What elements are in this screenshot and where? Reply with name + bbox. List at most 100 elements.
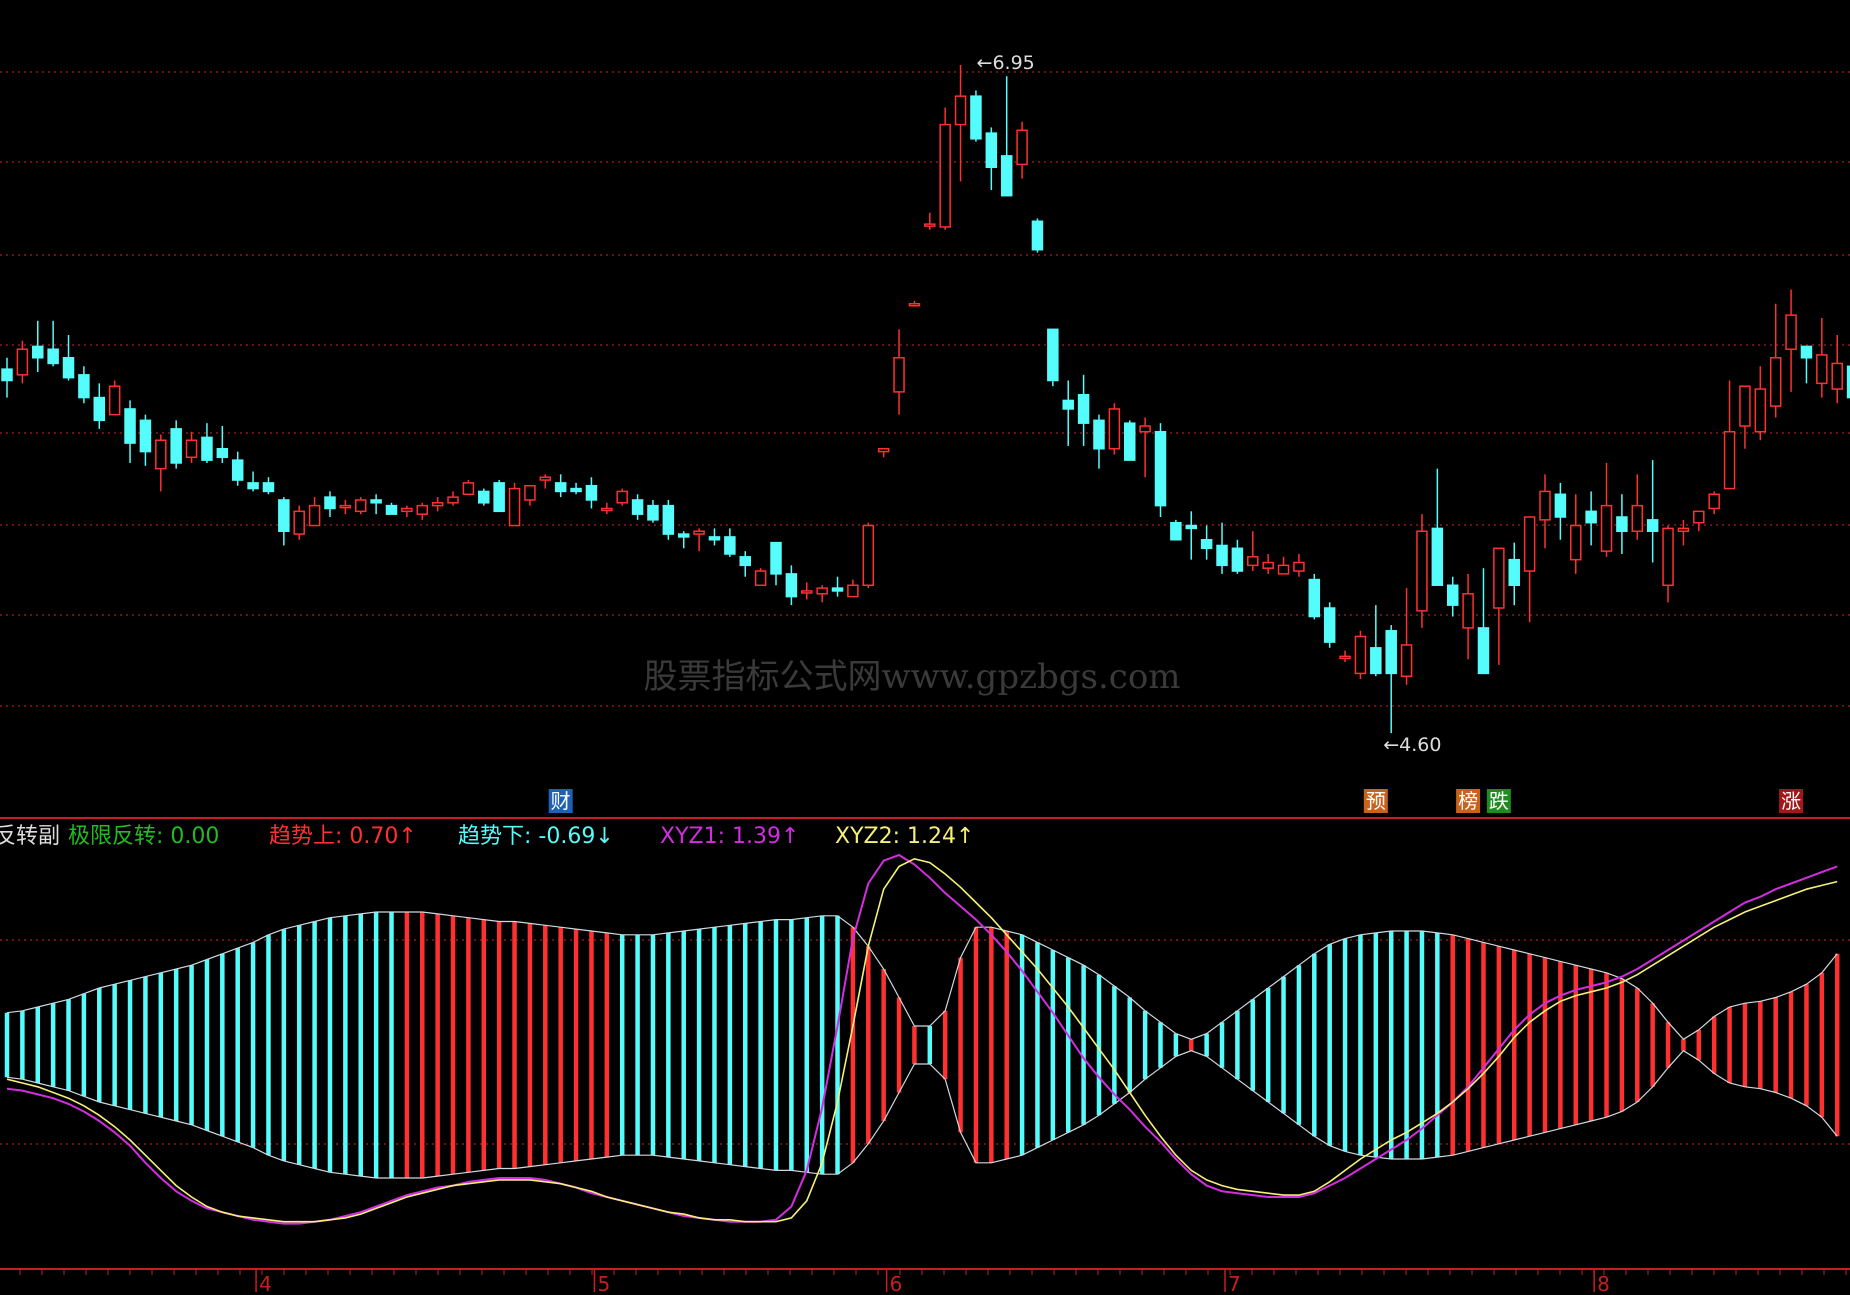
- candle: [185, 431, 198, 463]
- candle: [478, 488, 490, 506]
- candle: [939, 107, 951, 230]
- candle: [155, 434, 167, 492]
- legend-item: 趋势下: -0.69↓: [458, 824, 614, 849]
- event-marker-label: 榜: [1458, 789, 1478, 813]
- candle: [1739, 385, 1751, 449]
- candle: [493, 480, 505, 513]
- candle: [1831, 335, 1843, 404]
- candle: [1816, 317, 1828, 398]
- candle: [1, 357, 13, 398]
- candle: [1123, 420, 1136, 461]
- x-tick-label: 8: [1597, 1272, 1610, 1295]
- candle: [370, 494, 382, 515]
- trend-bars: [4, 912, 1840, 1178]
- legend-item: 极限反转: 0.00: [68, 824, 219, 849]
- legend-item: XYZ1: 1.39↑: [660, 824, 799, 849]
- low-price-label: ←4.60: [1383, 734, 1441, 756]
- xyz1-line: [6, 853, 1838, 1225]
- candle: [1062, 380, 1074, 446]
- candle: [601, 502, 613, 515]
- candle: [324, 491, 336, 518]
- candle: [1154, 423, 1167, 518]
- candle: [201, 423, 213, 463]
- candle: [1554, 482, 1567, 540]
- event-marker[interactable]: 涨: [1779, 789, 1804, 813]
- candle: [1662, 525, 1674, 603]
- candle: [893, 329, 905, 415]
- candle: [354, 497, 367, 515]
- candle: [108, 380, 121, 416]
- candle: [708, 528, 721, 546]
- candle: [1277, 556, 1290, 575]
- candle: [32, 320, 44, 372]
- x-tick-label: 4: [259, 1272, 272, 1295]
- candle: [1262, 553, 1274, 574]
- event-marker-label: 财: [551, 789, 571, 813]
- candle: [216, 426, 229, 463]
- candle: [1585, 491, 1597, 546]
- candle: [1077, 374, 1090, 446]
- trend-envelope-top: [6, 911, 1838, 1041]
- candle: [1785, 289, 1797, 392]
- legend-item: XYZ2: 1.24↑: [835, 824, 974, 849]
- candle: [1308, 573, 1321, 620]
- candle: [231, 451, 244, 486]
- candle: [554, 474, 567, 498]
- candle: [385, 502, 398, 515]
- event-marker-label: 涨: [1781, 789, 1801, 813]
- event-marker[interactable]: 预: [1363, 789, 1388, 813]
- candle: [1323, 602, 1336, 648]
- candle: [539, 474, 552, 489]
- candle: [647, 499, 659, 523]
- candle: [1185, 511, 1198, 560]
- event-marker[interactable]: 榜: [1456, 789, 1481, 813]
- candle: [1231, 539, 1244, 574]
- candle: [631, 494, 644, 520]
- event-marker[interactable]: 跌: [1486, 789, 1511, 813]
- candle: [416, 502, 429, 520]
- candle: [16, 340, 29, 384]
- candle: [47, 320, 59, 367]
- x-axis: 4 5 6 7 8: [19, 1269, 1847, 1295]
- candle: [1523, 516, 1536, 623]
- watermark: 股票指标公式网www.gpzbgs.com: [643, 657, 1180, 697]
- candle: [1370, 605, 1382, 677]
- candle: [616, 488, 628, 506]
- candle: [924, 212, 936, 230]
- x-tick-label: 5: [597, 1272, 610, 1295]
- event-marker-label: 预: [1366, 789, 1386, 813]
- candle: [1493, 547, 1505, 665]
- candle: [693, 528, 705, 552]
- candle: [1108, 403, 1121, 455]
- candle: [1031, 218, 1044, 253]
- candle: [1170, 519, 1182, 541]
- candle: [1723, 380, 1736, 490]
- candle: [1216, 522, 1228, 574]
- candle: [339, 499, 352, 515]
- candle: [524, 484, 536, 506]
- candle: [801, 582, 813, 600]
- candle: [1693, 510, 1705, 532]
- high-price-label: ←6.95: [977, 52, 1035, 74]
- candle: [770, 541, 782, 586]
- indicator-name: 反转副: [0, 824, 60, 849]
- candle: [1416, 514, 1428, 628]
- x-tick-label: 7: [1228, 1272, 1241, 1295]
- candle: [985, 127, 998, 190]
- candle: [293, 505, 305, 540]
- candle: [585, 477, 598, 509]
- candle: [1462, 573, 1474, 660]
- candle: [1339, 650, 1351, 663]
- candle: [1047, 328, 1059, 387]
- candle: [739, 551, 751, 577]
- candle: [62, 335, 75, 381]
- candle: [447, 491, 459, 506]
- candle: [1446, 576, 1459, 617]
- event-marker[interactable]: 财: [548, 789, 573, 813]
- candle: [1247, 531, 1259, 572]
- indicator-legend: 反转副 极限反转: 0.00 趋势上: 0.70↑ 趋势下: -0.69↓ XYZ1: …: [0, 824, 974, 849]
- candle: [785, 565, 798, 606]
- candle: [1508, 542, 1520, 606]
- candle: [93, 383, 106, 429]
- candle: [754, 568, 767, 587]
